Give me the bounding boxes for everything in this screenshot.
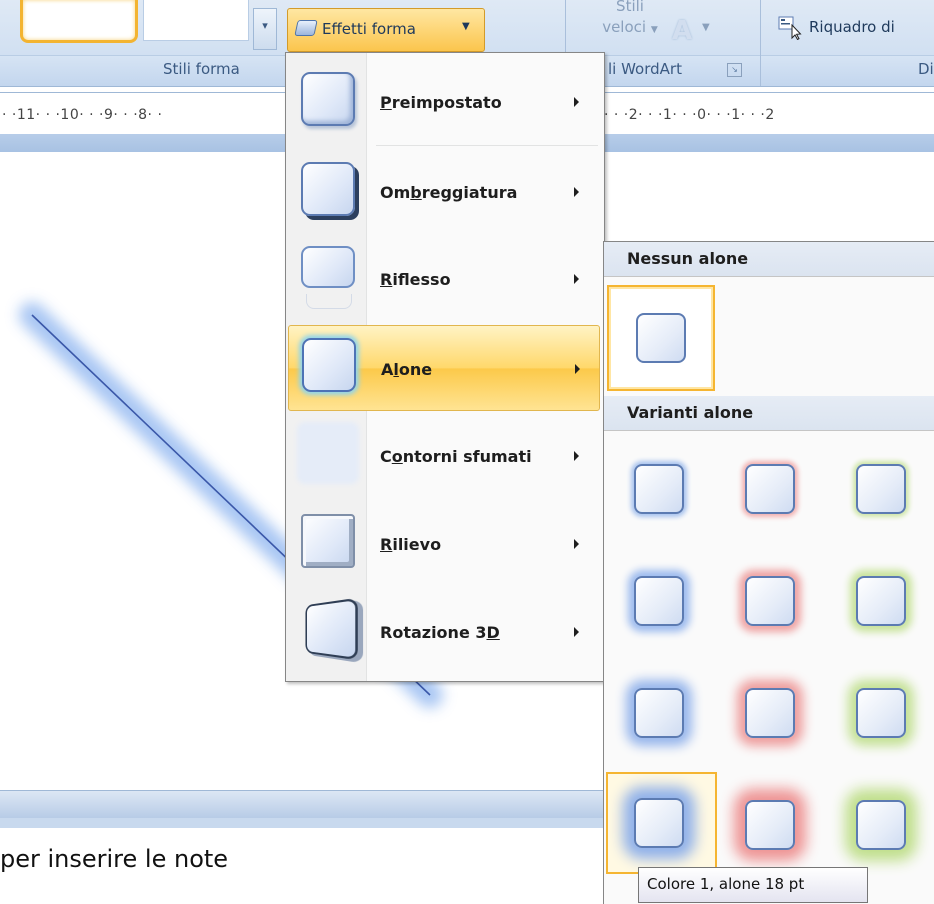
menu-item-shadow[interactable]: Ombreggiatura xyxy=(288,149,600,235)
glow-variant-red-8[interactable] xyxy=(723,552,821,650)
ruler-ticks-left: · ·11· · ·10· · ·9· · ·8· · xyxy=(2,107,163,123)
glow-preview-icon xyxy=(856,464,906,514)
shadow-icon xyxy=(301,162,355,216)
ribbon-separator xyxy=(760,0,761,86)
shape-style-thumbnail-selected[interactable] xyxy=(20,0,138,43)
tooltip: Colore 1, alone 18 pt xyxy=(638,867,868,903)
glow-preview-icon xyxy=(634,576,684,626)
shape-effects-icon xyxy=(294,20,318,36)
menu-item-glow[interactable]: Alone xyxy=(288,325,600,411)
menu-item-label: Rilievo xyxy=(380,535,442,554)
menu-item-bevel[interactable]: Rilievo xyxy=(288,501,600,587)
quick-styles-button[interactable]: Stili veloci ▼ xyxy=(590,0,670,41)
submenu-arrow-icon xyxy=(574,451,579,461)
glow-icon xyxy=(302,338,356,392)
chevron-down-icon: ▼ xyxy=(462,21,470,32)
shape-effects-button[interactable]: Effetti forma ▼ xyxy=(287,8,485,52)
shape-effects-label: Effetti forma xyxy=(322,20,416,38)
no-glow-header-label: Nessun alone xyxy=(627,249,749,268)
mnemonic-letter: l xyxy=(393,360,399,379)
glow-variant-blue-18[interactable] xyxy=(606,772,717,874)
mnemonic-letter: R xyxy=(380,270,393,289)
submenu-arrow-icon xyxy=(574,97,579,107)
mnemonic-letter: P xyxy=(380,93,392,112)
reflection-icon xyxy=(301,246,355,288)
glow-variant-red-5[interactable] xyxy=(723,440,821,538)
submenu-arrow-icon xyxy=(575,364,580,374)
no-glow-preview-icon xyxy=(636,313,686,363)
menu-item-label: Contorni sfumati xyxy=(380,447,532,466)
text-box-button[interactable]: Riquadro di xyxy=(809,18,895,36)
dialog-launcher-icon[interactable]: ↘ xyxy=(727,63,742,77)
glow-variant-green-8[interactable] xyxy=(834,552,932,650)
submenu-arrow-icon xyxy=(574,187,579,197)
mnemonic-letter: D xyxy=(486,623,500,642)
glow-preview-icon xyxy=(856,688,906,738)
quick-styles-label-line2: veloci xyxy=(602,18,647,36)
glow-variant-blue-8[interactable] xyxy=(612,552,710,650)
bevel-icon xyxy=(301,514,355,568)
submenu-arrow-icon xyxy=(574,274,579,284)
soft-edges-icon xyxy=(301,426,355,480)
menu-item-label: Alone xyxy=(381,360,433,379)
menu-item-reflection[interactable]: Riflesso xyxy=(288,236,600,322)
mnemonic-letter: b xyxy=(410,183,422,202)
menu-item-label: Riflesso xyxy=(380,270,451,289)
glow-variant-blue-5[interactable] xyxy=(612,440,710,538)
preset-icon xyxy=(301,72,355,126)
glow-variant-blue-11[interactable] xyxy=(612,664,710,762)
menu-item-soft-edges[interactable]: Contorni sfumati xyxy=(288,413,600,499)
text-box-icon xyxy=(778,16,802,40)
ruler-ticks-right: · · ·2· · ·1· · ·0· · ·1· · ·2 xyxy=(604,107,775,123)
gallery-more-button[interactable]: ▾ xyxy=(253,8,277,50)
submenu-arrow-icon xyxy=(574,539,579,549)
submenu-arrow-icon xyxy=(574,627,579,637)
shape-style-thumbnail[interactable] xyxy=(143,0,249,41)
glow-variant-red-18[interactable] xyxy=(723,776,821,874)
shape-effects-menu: Preimpostato Ombreggiatura Riflesso Alon… xyxy=(285,52,605,682)
no-glow-option[interactable] xyxy=(607,285,715,391)
menu-separator xyxy=(376,145,598,146)
glow-variant-green-18[interactable] xyxy=(834,776,932,874)
glow-variant-red-11[interactable] xyxy=(723,664,821,762)
menu-item-preset[interactable]: Preimpostato xyxy=(288,59,600,145)
no-glow-header: Nessun alone xyxy=(604,242,934,277)
glow-preview-icon xyxy=(745,576,795,626)
glow-preview-icon xyxy=(856,800,906,850)
chevron-down-icon: ▼ xyxy=(650,25,658,35)
menu-item-label: Rotazione 3D xyxy=(380,623,500,642)
glow-preview-icon xyxy=(745,800,795,850)
glow-preview-icon xyxy=(634,798,684,848)
wordart-styles-group-label: li WordArt xyxy=(608,60,682,78)
menu-item-label: Ombreggiatura xyxy=(380,183,518,202)
mnemonic-letter: R xyxy=(380,535,393,554)
notes-placeholder[interactable]: per inserire le note xyxy=(0,845,228,873)
glow-preview-icon xyxy=(634,688,684,738)
chevron-down-icon: ▼ xyxy=(702,22,710,33)
reflection-mirror-icon xyxy=(306,294,352,309)
glow-variant-green-11[interactable] xyxy=(834,664,932,762)
quick-styles-label-line1: Stili xyxy=(616,0,644,15)
glow-variants-header: Varianti alone xyxy=(604,396,934,431)
glow-submenu: Nessun alone Varianti alone xyxy=(603,241,934,904)
mnemonic-letter: o xyxy=(391,447,403,466)
wordart-text-fill-icon[interactable]: A xyxy=(672,16,692,46)
glow-preview-icon xyxy=(634,464,684,514)
glow-variants-header-label: Varianti alone xyxy=(627,403,754,422)
glow-preview-icon xyxy=(745,464,795,514)
menu-item-3d-rotation[interactable]: Rotazione 3D xyxy=(288,589,600,675)
3d-rotation-icon xyxy=(305,597,358,661)
glow-preview-icon xyxy=(745,688,795,738)
arrange-group-label: Di xyxy=(918,60,934,78)
tooltip-text: Colore 1, alone 18 pt xyxy=(647,875,805,893)
glow-preview-icon xyxy=(856,576,906,626)
menu-item-label: Preimpostato xyxy=(380,93,502,112)
shape-styles-group-label: Stili forma xyxy=(163,60,240,78)
glow-variant-green-5[interactable] xyxy=(834,440,932,538)
